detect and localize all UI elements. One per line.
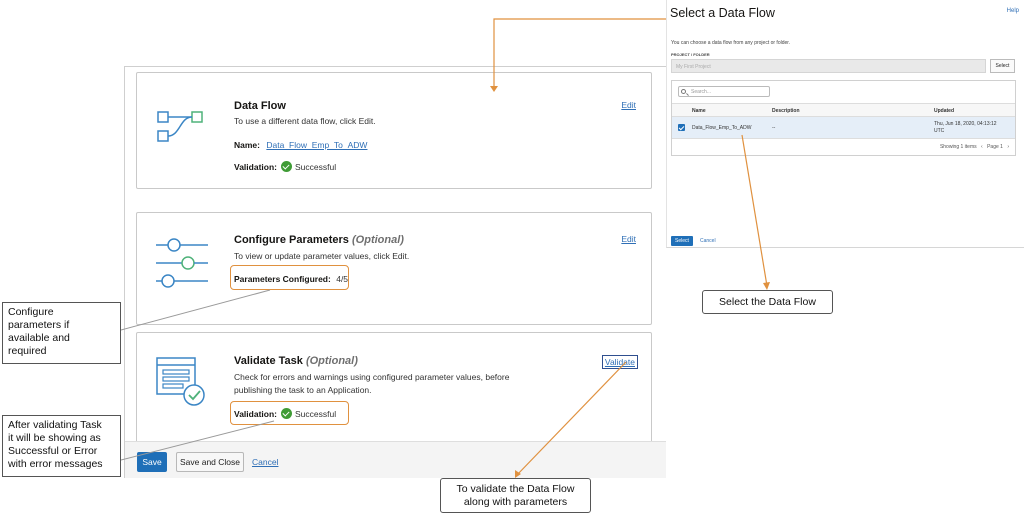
orange-arrow-to-validate-callout xyxy=(515,361,627,477)
callout-line: it will be showing as xyxy=(8,432,101,444)
grey-line-validation xyxy=(120,420,275,461)
validate-data-flow-callout: To validate the Data Flow along with par… xyxy=(440,478,591,513)
callout-line: Successful or Error xyxy=(8,445,98,457)
arrow-head xyxy=(763,282,770,290)
configure-parameters-callout: Configure parameters if available and re… xyxy=(2,302,121,364)
callout-line: After validating Task xyxy=(8,419,102,431)
callout-line: parameters if xyxy=(8,319,70,331)
callout-line: To validate the Data Flow xyxy=(456,482,575,495)
callout-line: with error messages xyxy=(8,458,103,470)
annotation-lines xyxy=(120,18,770,478)
after-validating-callout: After validating Task it will be showing… xyxy=(2,415,121,477)
callout-line: along with parameters xyxy=(463,495,568,508)
orange-arrow-to-select-callout xyxy=(741,134,768,287)
callout-line: available and xyxy=(8,332,70,344)
callout-line: Configure xyxy=(8,306,54,318)
select-data-flow-callout: Select the Data Flow xyxy=(702,290,833,314)
grey-line-configure xyxy=(120,289,271,331)
callout-line: required xyxy=(8,345,47,357)
arrow-head xyxy=(490,86,498,92)
orange-arrow-to-dataflow xyxy=(493,18,666,90)
